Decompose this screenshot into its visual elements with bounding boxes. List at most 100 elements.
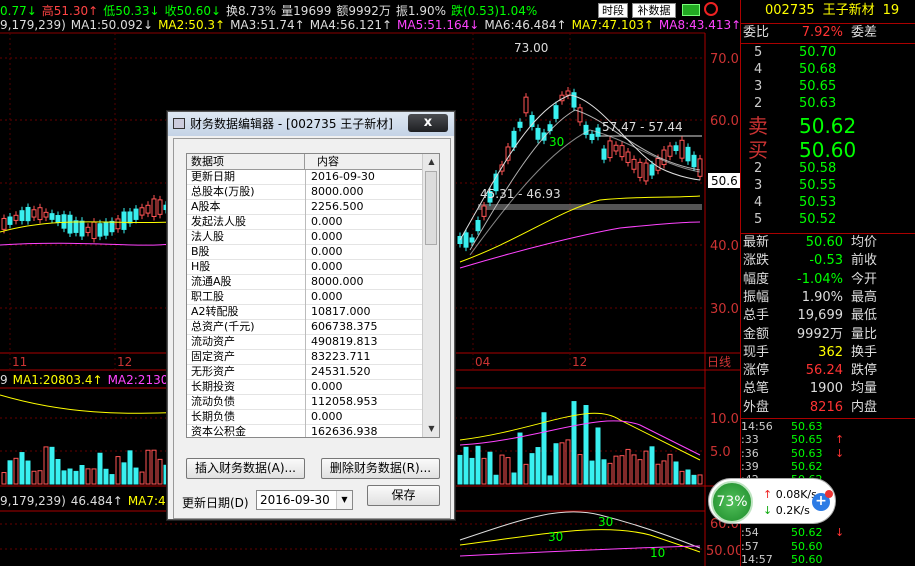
scroll-up-icon[interactable]: ▲: [423, 154, 439, 170]
ask-level-row[interactable]: 2 50.63: [741, 95, 915, 112]
grid-header: 数据项 内容: [187, 154, 423, 170]
row-value[interactable]: 2256.500: [311, 200, 364, 214]
stat-value: 50.60: [805, 235, 843, 250]
close-button[interactable]: x: [408, 114, 448, 132]
alert-icon[interactable]: [704, 2, 718, 16]
stat-label-2: 最高: [851, 289, 878, 305]
delete-financial-data-button[interactable]: 删除财务数据(R)...: [321, 458, 440, 479]
tick-price: 50.62: [791, 459, 823, 473]
bid-level-row[interactable]: 2 50.58: [741, 160, 915, 177]
row-value[interactable]: 8000.000: [311, 185, 364, 199]
row-value[interactable]: 112058.953: [311, 395, 377, 409]
row-item: B股: [191, 245, 210, 258]
ma-value-4: MA4:56.121↑: [309, 18, 393, 32]
row-value[interactable]: 0.000: [311, 245, 343, 259]
chevron-down-icon[interactable]: ▼: [336, 491, 352, 509]
row-value[interactable]: 0.000: [311, 215, 343, 229]
volume-bar: [637, 459, 643, 485]
stat-value: 1900: [809, 381, 843, 397]
timeshare-button[interactable]: 时段: [598, 3, 628, 18]
annotation-high: 73.00: [514, 41, 548, 55]
quote-field-2: 低50.33↓: [103, 4, 160, 18]
row-item: A2转配股: [191, 305, 239, 318]
volume-bar: [571, 401, 577, 485]
annotation-range-high: 57.47 - 57.44: [602, 120, 683, 134]
stat-label: 现手: [743, 344, 770, 360]
row-value[interactable]: 162636.938: [311, 425, 377, 437]
bid-level-row[interactable]: 4 50.53: [741, 194, 915, 211]
level-price: 50.55: [799, 178, 837, 193]
scroll-thumb[interactable]: [425, 171, 437, 245]
candle-body: [19, 210, 25, 221]
price-tick-40: 40.0: [710, 239, 739, 254]
level-number: 5: [754, 45, 763, 60]
scroll-down-icon[interactable]: ▼: [423, 421, 439, 437]
bid-1-row[interactable]: 买 50.60: [741, 138, 915, 162]
row-value[interactable]: 0.000: [311, 260, 343, 274]
ask-level-row[interactable]: 5 50.70: [741, 44, 915, 61]
row-value[interactable]: 2016-09-30: [311, 170, 375, 184]
quote-field-6: 额9992万: [336, 4, 391, 18]
insert-financial-data-button[interactable]: 插入财务数据(A)...: [186, 458, 305, 479]
volume-bar: [61, 470, 67, 485]
row-value[interactable]: 0.000: [311, 380, 343, 394]
bid-level-row[interactable]: 3 50.55: [741, 177, 915, 194]
row-value[interactable]: 0.000: [311, 410, 343, 424]
ask-level-row[interactable]: 3 50.65: [741, 78, 915, 95]
volume-bar: [565, 439, 571, 485]
stat-value: 19,699: [797, 308, 844, 324]
financial-data-grid[interactable]: 数据项 内容 更新日期 2016-09-30 总股本(万股) 8000.000 A股本 2…: [186, 153, 440, 438]
bid-level-row[interactable]: 5 50.52: [741, 211, 915, 228]
volume-bar: [619, 455, 625, 485]
network-speed-widget[interactable]: 73% ↑ 0.08K/s ↓ 0.2K/s +: [708, 478, 836, 524]
dialog-title-bar[interactable]: 财务数据编辑器 - [002735 王子新材] x: [168, 112, 454, 136]
flag-icon[interactable]: [682, 4, 700, 16]
stat-value: 56.24: [805, 363, 843, 379]
row-value[interactable]: 10817.000: [311, 305, 371, 319]
add-icon[interactable]: +: [812, 490, 833, 511]
ask-level-row[interactable]: 4 50.68: [741, 61, 915, 78]
stat-label-2: 均价: [851, 235, 878, 250]
row-item: 总资产(千元): [191, 320, 255, 333]
grid-scrollbar[interactable]: ▲ ▼: [422, 154, 439, 437]
stat-row: 涨停 56.24 跌停: [741, 362, 915, 380]
tick-arrow: ↑: [835, 433, 845, 447]
tick-row: 14:56 50.63: [741, 420, 915, 433]
stat-row: 最新 50.60 均价: [741, 234, 915, 252]
row-item: 流动负债: [191, 395, 235, 408]
row-item: 总股本(万股): [191, 185, 255, 198]
row-value[interactable]: 83223.711: [311, 350, 371, 364]
fill-data-button[interactable]: 补数据: [632, 3, 676, 18]
row-value[interactable]: 0.000: [311, 290, 343, 304]
tick-time: :33: [741, 433, 759, 447]
volume-bar: [91, 468, 97, 485]
cpu-percent-badge[interactable]: 73%: [711, 481, 753, 523]
row-value[interactable]: 490819.813: [311, 335, 377, 349]
update-date-select[interactable]: 2016-09-30 ▼: [256, 490, 353, 510]
x-label-12a: 12: [117, 355, 132, 369]
ma-value-8: MA8:43.413↑: [658, 18, 742, 32]
volume-bar: [151, 449, 157, 485]
annotation-30-a: 30: [549, 135, 564, 149]
save-button[interactable]: 保存: [367, 485, 440, 506]
row-value[interactable]: 606738.375: [311, 320, 377, 334]
candle-body: [553, 105, 559, 119]
row-value[interactable]: 8000.000: [311, 275, 364, 289]
candle-body: [151, 198, 157, 217]
row-value[interactable]: 0.000: [311, 230, 343, 244]
row-item: 无形资产: [191, 365, 235, 378]
stat-label: 最新: [743, 235, 770, 250]
candle-body: [67, 214, 73, 234]
volume-bar: [649, 446, 655, 485]
row-value[interactable]: 24531.520: [311, 365, 371, 379]
level-price: 50.68: [799, 62, 837, 77]
price-tick-60: 60.0: [710, 114, 739, 129]
candle-body: [49, 213, 55, 220]
volume-bar: [559, 442, 565, 485]
x-label-04: 04: [475, 355, 490, 369]
stat-label-2: 今开: [851, 271, 878, 287]
ma-value-3: MA3:51.74↑: [230, 18, 305, 32]
ask-1-row[interactable]: 卖 50.62: [741, 114, 915, 138]
candle-body: [97, 223, 103, 237]
level-price: 50.53: [799, 195, 837, 210]
